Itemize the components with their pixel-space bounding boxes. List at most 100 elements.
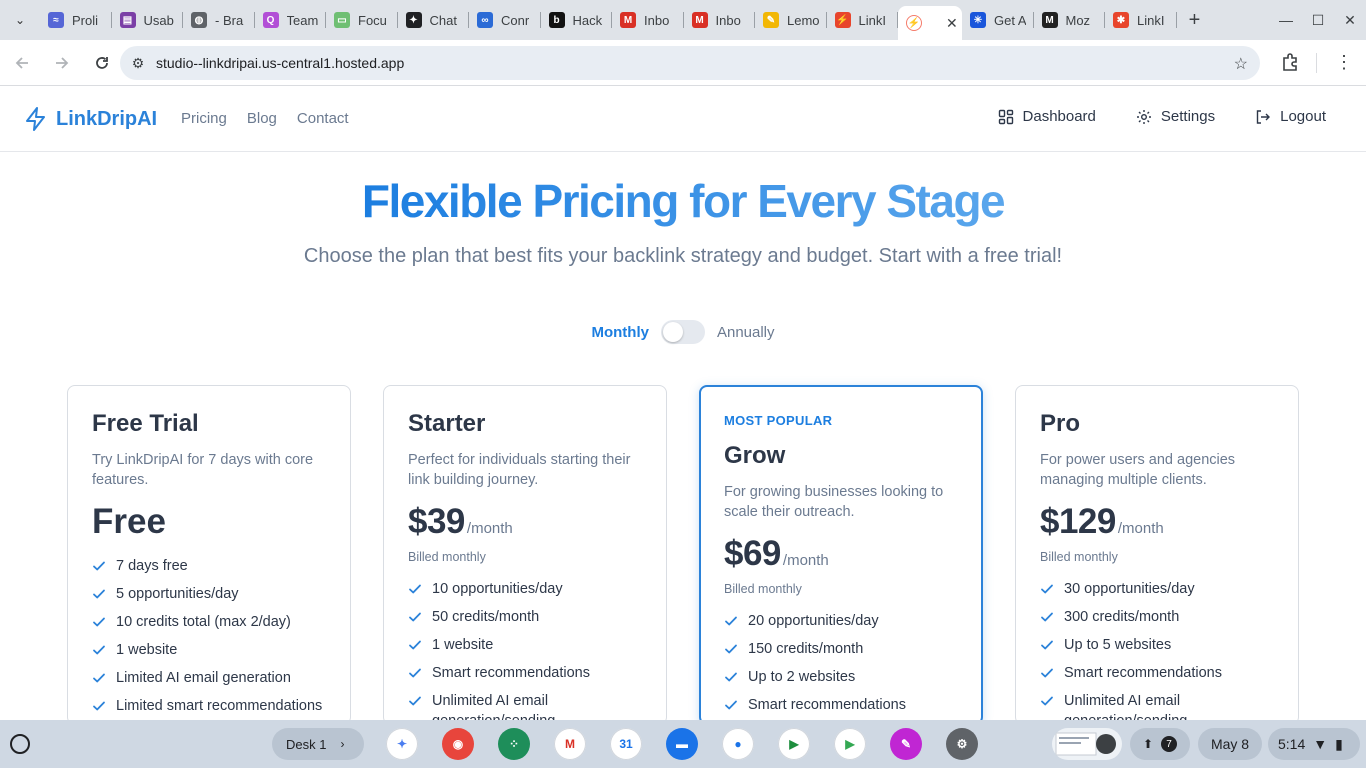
feature-text: 7 days free: [116, 558, 188, 574]
tab-list-after: ✳ Get A M Moz ✱ LinkI: [962, 0, 1177, 40]
new-tab-button[interactable]: +: [1179, 0, 1211, 40]
tab-title: - Bra: [215, 12, 244, 28]
browser-menu-icon[interactable]: ⋮: [1334, 52, 1354, 73]
plan-price-row: $69 /month: [724, 534, 958, 574]
window-controls: — ☐ ✕: [1270, 0, 1366, 40]
billing-toggle-row: Monthly Annually: [0, 320, 1366, 344]
status-area[interactable]: 5:14 ▼ ▮: [1268, 728, 1360, 760]
browser-tab[interactable]: ✎ Lemo: [755, 0, 827, 40]
gemini-app-icon[interactable]: ✦: [386, 728, 418, 760]
gmail-app-icon[interactable]: M: [554, 728, 586, 760]
browser-tab[interactable]: ≈ Proli: [40, 0, 112, 40]
billing-period-toggle[interactable]: [660, 320, 705, 344]
plan-price-row: $129 /month: [1040, 502, 1274, 542]
feature-item: Smart recommendations: [408, 663, 642, 683]
nav-blog-link[interactable]: Blog: [247, 110, 277, 127]
feature-list: 7 days free 5 opportunities/day 10 credits…: [92, 556, 326, 716]
browser-tab[interactable]: ✳ Get A: [962, 0, 1034, 40]
notes-app-icon[interactable]: ✎: [890, 728, 922, 760]
upload-icon: ⬆: [1142, 737, 1154, 751]
screenshot-thumbnail[interactable]: [1052, 728, 1122, 760]
close-tab-icon[interactable]: ✕: [946, 15, 958, 32]
check-icon: [1041, 640, 1053, 650]
browser-tab[interactable]: ▤ Usab: [112, 0, 184, 40]
omnibox[interactable]: ⚙ studio--linkdripai.us-central1.hosted.…: [120, 46, 1260, 80]
feature-text: 300 credits/month: [1064, 609, 1180, 625]
chevron-down-icon: ⌄: [14, 13, 26, 27]
minimize-icon[interactable]: —: [1270, 12, 1302, 28]
launcher-button[interactable]: [10, 734, 30, 754]
plan-card-grow: MOST POPULAR Grow For growing businesses…: [699, 385, 983, 725]
feature-item: 150 credits/month: [724, 639, 958, 659]
check-icon: [725, 616, 737, 626]
forward-button[interactable]: [44, 45, 80, 81]
apps-app-icon[interactable]: ⁘: [498, 728, 530, 760]
bookmark-star-icon[interactable]: ☆: [1234, 54, 1248, 74]
account-nav: Dashboard Settings Logout: [998, 108, 1326, 125]
back-button[interactable]: [4, 45, 40, 81]
feature-text: Limited smart recommendations: [116, 698, 323, 714]
check-icon: [93, 645, 105, 655]
notification-tray[interactable]: ⬆ 7: [1130, 728, 1190, 760]
tab-title: Moz: [1065, 12, 1091, 28]
plan-description: Perfect for individuals starting their l…: [408, 452, 631, 488]
browser-tab[interactable]: ✦ Chat: [398, 0, 470, 40]
browser-tab[interactable]: ✱ LinkI: [1105, 0, 1177, 40]
nav-contact-link[interactable]: Contact: [297, 110, 349, 127]
browser-tab[interactable]: ⚡ LinkI: [827, 0, 899, 40]
browser-tab[interactable]: b Hack: [541, 0, 613, 40]
tab-title: Get A: [994, 12, 1026, 28]
extensions-icon[interactable]: [1280, 52, 1302, 74]
tab-favicon-icon: ✳: [970, 12, 986, 28]
feature-text: 10 opportunities/day: [432, 581, 563, 597]
browser-tab[interactable]: M Inbo: [684, 0, 756, 40]
tab-favicon-icon: M: [691, 12, 708, 28]
billing-note: Billed monthly: [724, 582, 802, 596]
tab-favicon-icon: ▤: [119, 12, 136, 28]
desk-switcher[interactable]: Desk 1 ›: [272, 728, 364, 760]
plan-price: $39: [408, 502, 465, 541]
check-icon: [725, 700, 737, 710]
url-text[interactable]: studio--linkdripai.us-central1.hosted.ap…: [156, 55, 404, 71]
plan-name: Free Trial: [92, 410, 199, 437]
brand-logo[interactable]: LinkDripAI: [24, 106, 157, 132]
maximize-icon[interactable]: ☐: [1302, 12, 1334, 29]
logout-button[interactable]: Logout: [1255, 108, 1326, 125]
browser-tab[interactable]: ∞ Conr: [469, 0, 541, 40]
browser-tab[interactable]: M Moz: [1034, 0, 1106, 40]
meet-app-icon[interactable]: ▶: [778, 728, 810, 760]
feature-text: 10 credits total (max 2/day): [116, 614, 291, 630]
settings-app-icon[interactable]: ⚙: [946, 728, 978, 760]
plan-period: /month: [782, 552, 829, 569]
chrome-app-icon[interactable]: ◉: [442, 728, 474, 760]
annually-label[interactable]: Annually: [717, 324, 775, 341]
close-window-icon[interactable]: ✕: [1334, 12, 1366, 29]
desk-label: Desk 1: [286, 736, 327, 752]
page-title-text: Flexible Pricing for Every Stage: [361, 175, 1006, 227]
nav-pricing-link[interactable]: Pricing: [181, 110, 227, 127]
feature-list: 20 opportunities/day 150 credits/month Up …: [724, 611, 958, 715]
clock-time: 5:14: [1278, 736, 1306, 752]
site-info-icon[interactable]: ⚙: [120, 55, 156, 72]
plan-name: Starter: [408, 410, 486, 437]
tab-search-button[interactable]: ⌄: [0, 0, 40, 40]
feature-text: 1 website: [432, 637, 494, 653]
dashboard-button[interactable]: Dashboard: [998, 108, 1096, 125]
files-app-icon[interactable]: ▬: [666, 728, 698, 760]
monthly-label[interactable]: Monthly: [591, 324, 649, 341]
browser-tab[interactable]: Q Team: [255, 0, 327, 40]
play-store-app-icon[interactable]: ▶: [834, 728, 866, 760]
date-button[interactable]: May 8: [1198, 728, 1262, 760]
browser-tab[interactable]: M Inbo: [612, 0, 684, 40]
browser-tab[interactable]: ▭ Focu: [326, 0, 398, 40]
feature-item: 10 credits total (max 2/day): [92, 612, 326, 632]
calendar-app-icon[interactable]: 31: [610, 728, 642, 760]
settings-label: Settings: [1160, 108, 1216, 125]
feature-item: 1 website: [408, 635, 642, 655]
messages-app-icon[interactable]: ●: [722, 728, 754, 760]
plan-card-pro: Pro For power users and agencies managin…: [1015, 385, 1299, 725]
browser-tab[interactable]: ◍ - Bra: [183, 0, 255, 40]
settings-button[interactable]: Settings: [1136, 108, 1215, 125]
active-tab[interactable]: ⚡ ✕: [898, 6, 962, 40]
reload-button[interactable]: [84, 45, 120, 81]
